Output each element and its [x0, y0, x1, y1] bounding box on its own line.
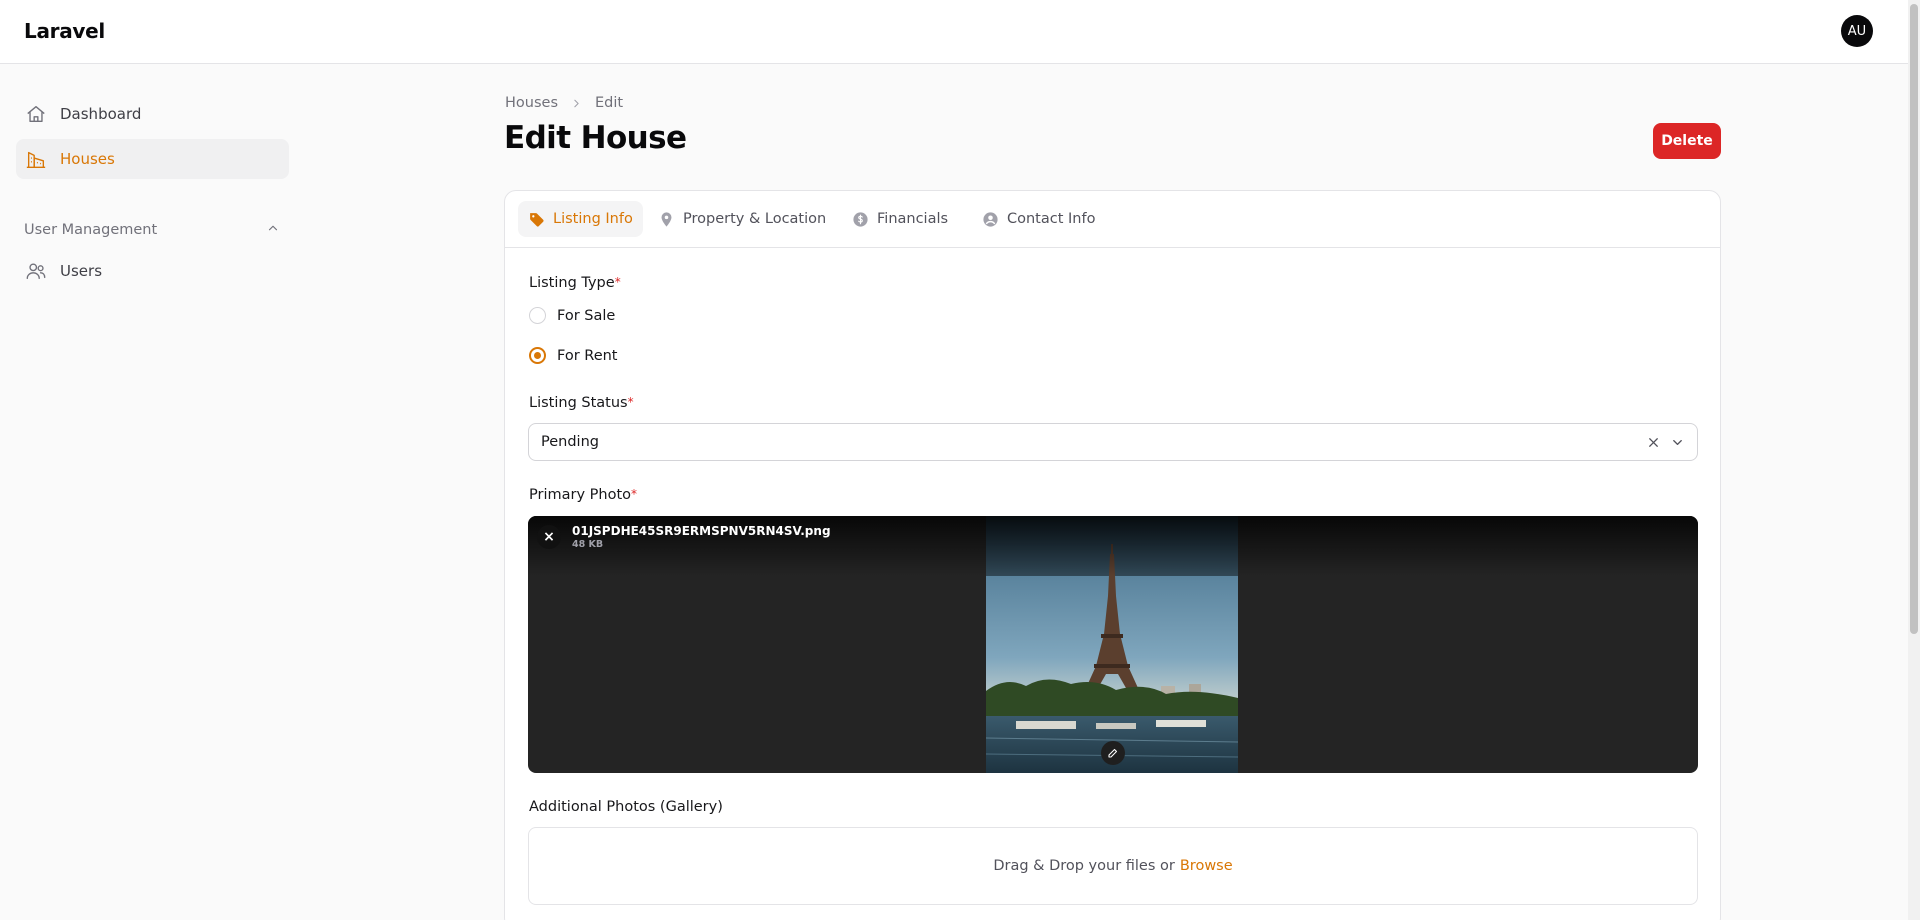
listing-type-label-text: Listing Type — [529, 275, 615, 291]
users-icon — [24, 259, 48, 283]
remove-file-button[interactable]: × — [537, 525, 561, 549]
tab-contact-info[interactable]: Contact Info — [972, 201, 1105, 237]
edit-image-button[interactable] — [1101, 741, 1125, 765]
close-icon: × — [543, 529, 555, 545]
radio-for-sale[interactable]: For Sale — [529, 307, 615, 324]
pencil-icon — [1107, 744, 1119, 763]
form-card: Listing Info Property & Location Financi… — [504, 190, 1721, 920]
breadcrumb-current: Edit — [595, 95, 624, 111]
listing-status-label-text: Listing Status — [529, 395, 628, 411]
chevron-up-icon[interactable] — [266, 221, 280, 239]
listing-type-label: Listing Type* — [529, 275, 621, 291]
required-mark: * — [631, 487, 638, 501]
listing-status-value: Pending — [541, 434, 599, 450]
gallery-label: Additional Photos (Gallery) — [529, 799, 723, 815]
radio-for-rent-input[interactable] — [529, 347, 546, 364]
browse-link[interactable]: Browse — [1180, 858, 1233, 874]
radio-for-rent-label: For Rent — [557, 347, 618, 364]
dropzone-text: Drag & Drop your files or — [993, 858, 1175, 874]
radio-for-sale-label: For Sale — [557, 307, 616, 324]
chevron-right-icon — [570, 97, 583, 110]
page-title: Edit House — [504, 120, 687, 156]
gallery-dropzone[interactable]: Drag & Drop your files or Browse — [528, 827, 1698, 905]
sidebar: Dashboard Houses User Management Users — [0, 64, 300, 920]
file-name: 01JSPDHE45SR9ERMSPNV5RN4SV.png — [572, 524, 831, 538]
listing-status-select[interactable]: Pending — [528, 423, 1698, 461]
tab-financials[interactable]: Financials — [842, 201, 958, 237]
sidebar-group-label: User Management — [24, 222, 158, 238]
primary-photo-label-text: Primary Photo — [529, 487, 632, 503]
radio-for-rent[interactable]: For Rent — [529, 347, 618, 364]
tab-bar: Listing Info Property & Location Financi… — [505, 191, 1720, 248]
scrollbar-thumb[interactable] — [1910, 4, 1918, 634]
user-avatar[interactable]: AU — [1841, 15, 1873, 47]
page-scrollbar[interactable] — [1908, 0, 1920, 920]
sidebar-item-houses[interactable]: Houses — [16, 139, 289, 179]
tab-label: Listing Info — [553, 211, 633, 227]
tab-property-location[interactable]: Property & Location — [648, 201, 836, 237]
clear-icon[interactable] — [1646, 435, 1661, 450]
breadcrumb-link-houses[interactable]: Houses — [505, 95, 558, 111]
tab-label: Property & Location — [683, 211, 827, 227]
tab-label: Contact Info — [1007, 211, 1096, 227]
delete-button[interactable]: Delete — [1653, 123, 1721, 159]
user-circle-icon — [982, 211, 999, 228]
sidebar-item-label: Users — [60, 262, 103, 280]
tab-listing-info[interactable]: Listing Info — [518, 201, 643, 237]
sidebar-item-dashboard[interactable]: Dashboard — [16, 94, 289, 134]
tab-label: Financials — [877, 211, 949, 227]
tag-icon — [528, 211, 545, 228]
chevron-down-icon[interactable] — [1670, 435, 1685, 450]
primary-photo-upload[interactable]: × 01JSPDHE45SR9ERMSPNV5RN4SV.png 48 KB — [528, 516, 1698, 773]
building-icon — [24, 147, 48, 171]
brand-logo[interactable]: Laravel — [24, 19, 105, 43]
map-pin-icon — [658, 211, 675, 228]
file-size: 48 KB — [572, 539, 604, 550]
top-bar: Laravel AU — [0, 0, 1908, 64]
sidebar-item-label: Dashboard — [60, 105, 142, 123]
radio-for-sale-input[interactable] — [529, 307, 546, 324]
breadcrumb: Houses Edit — [505, 95, 623, 111]
required-mark: * — [614, 275, 621, 289]
sidebar-item-users[interactable]: Users — [16, 251, 289, 291]
required-mark: * — [627, 395, 634, 409]
sidebar-group-user-management[interactable]: User Management — [24, 218, 280, 242]
primary-photo-label: Primary Photo* — [529, 487, 637, 503]
listing-status-label: Listing Status* — [529, 395, 634, 411]
home-icon — [24, 102, 48, 126]
sidebar-item-label: Houses — [60, 150, 115, 168]
currency-dollar-icon — [852, 211, 869, 228]
